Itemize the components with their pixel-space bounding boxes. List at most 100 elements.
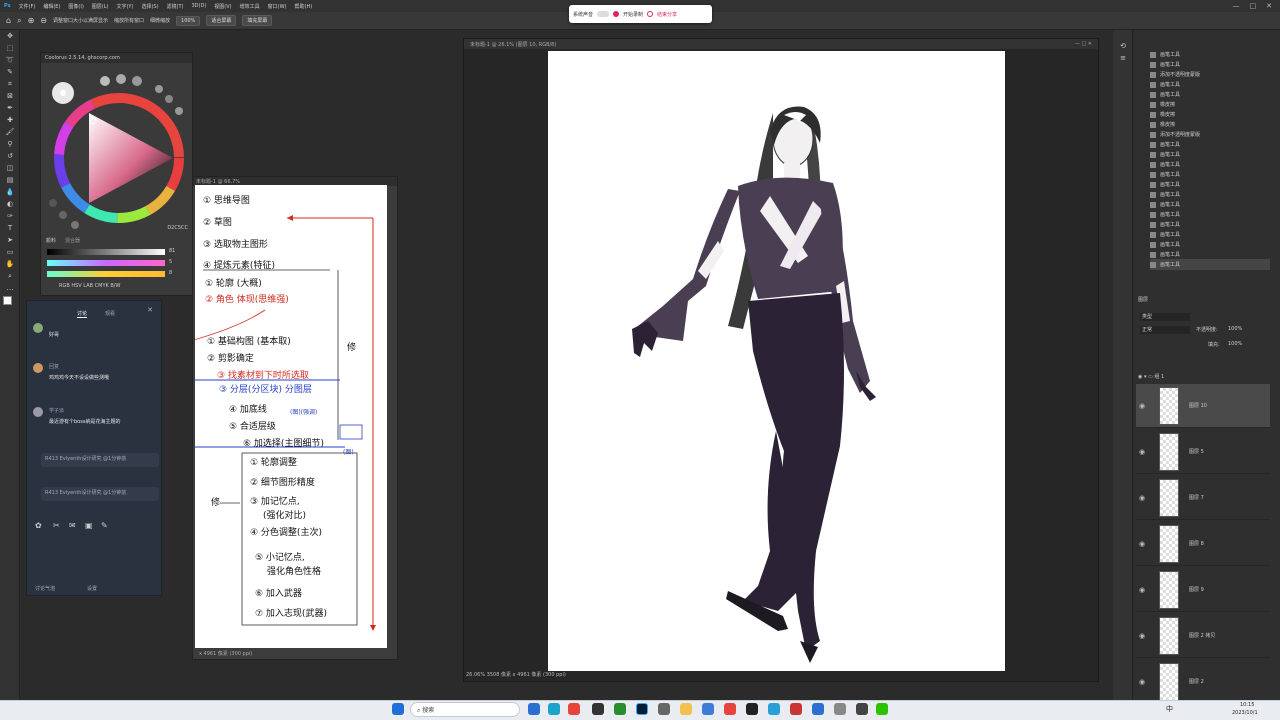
chat-bubble-icon[interactable]: ✎	[101, 521, 108, 530]
healing-brush-icon[interactable]: ✚	[0, 114, 20, 126]
zoom-in-icon[interactable]: ⊕	[28, 16, 35, 25]
taskbar-search[interactable]: ⌕ 搜索	[410, 702, 520, 717]
layers-panel-label[interactable]: 图层	[1138, 296, 1148, 303]
opacity-value[interactable]: 100%	[1228, 326, 1242, 332]
photoshop-icon[interactable]	[636, 703, 648, 715]
menu-view[interactable]: 视图(V)	[210, 3, 235, 10]
menu-edit[interactable]: 编辑(E)	[39, 3, 64, 10]
layer-filter-select[interactable]: 类型	[1140, 313, 1190, 321]
path-select-icon[interactable]: ➤	[0, 234, 20, 246]
layer-row[interactable]: ◉ 图层 5	[1136, 430, 1270, 474]
menu-type[interactable]: 文字(Y)	[112, 3, 137, 10]
zoom-out-icon[interactable]: ⊖	[40, 16, 47, 25]
zoom-all-windows-checkbox[interactable]: 缩放所有窗口	[114, 17, 144, 24]
discussion-bubble-toggle[interactable]: 讨论气泡	[35, 585, 55, 592]
history-item[interactable]: 画笔工具	[1150, 259, 1270, 270]
chat-close-icon[interactable]: ✕	[147, 306, 153, 314]
eye-icon[interactable]: ◉	[1139, 678, 1149, 686]
menu-select[interactable]: 选择(S)	[137, 3, 162, 10]
wechat-icon[interactable]	[876, 703, 888, 715]
scissors-icon[interactable]: ✂	[53, 521, 60, 530]
home-icon[interactable]: ⌂	[6, 16, 11, 25]
drawing-canvas[interactable]	[548, 51, 1005, 671]
marquee-tool-icon[interactable]: ⬚	[0, 42, 20, 54]
tab-discussion[interactable]: 讨论	[77, 310, 88, 318]
eye-icon[interactable]: ◉	[1139, 540, 1149, 548]
flower-icon[interactable]: ✿	[35, 521, 42, 530]
menu-filter[interactable]: 滤镜(T)	[163, 3, 188, 10]
tab-swatches[interactable]: 颜料	[46, 237, 56, 244]
zoom-tool-icon[interactable]: ⌕	[17, 16, 21, 26]
layer-row[interactable]: ◉ 图层 10	[1136, 384, 1270, 428]
menu-window[interactable]: 窗口(W)	[264, 3, 291, 10]
color-swatches[interactable]	[0, 294, 19, 314]
app-icon-7[interactable]	[812, 703, 824, 715]
eye-icon[interactable]: ◉	[1138, 374, 1142, 380]
layers-panel-icon[interactable]: ≡	[1113, 52, 1133, 64]
system-sound-label[interactable]: 系统声音	[573, 11, 593, 18]
folder-icon[interactable]	[680, 703, 692, 715]
eye-icon[interactable]: ◉	[1139, 448, 1149, 456]
tab-mixer[interactable]: 混合器	[65, 237, 80, 244]
toggle-switch[interactable]	[597, 11, 610, 17]
eraser-tool-icon[interactable]: ◫	[0, 162, 20, 174]
file-explorer-icon[interactable]	[528, 703, 540, 715]
search-icon[interactable]	[856, 703, 868, 715]
history-panel-icon[interactable]: ⟲	[1113, 40, 1133, 52]
zoom-100-button[interactable]: 100%	[176, 15, 201, 26]
layer-row[interactable]: ◉ 图层 8	[1136, 522, 1270, 566]
edge-icon[interactable]	[548, 703, 560, 715]
chrome-icon[interactable]	[568, 703, 580, 715]
input-language[interactable]: 中	[1166, 704, 1173, 714]
crop-tool-icon[interactable]: ⌗	[0, 78, 20, 90]
slider-value-1[interactable]: 81	[169, 248, 175, 254]
color-modes[interactable]: RGB HSV LAB CMYK B/W	[59, 283, 120, 289]
slider-value[interactable]	[47, 271, 165, 277]
slider-hue[interactable]	[47, 260, 165, 266]
eye-icon[interactable]: ◉	[1139, 494, 1149, 502]
slider-value-3[interactable]: 8	[169, 270, 172, 276]
slider-gray[interactable]	[47, 249, 165, 255]
layer-row[interactable]: ◉ 图层 9	[1136, 568, 1270, 612]
slider-value-2[interactable]: 5	[169, 259, 172, 265]
resize-windows-checkbox[interactable]: 调整窗口大小以满屏显示	[53, 17, 108, 24]
blend-mode-select[interactable]: 正常	[1140, 326, 1190, 334]
minimize-button[interactable]: —	[1233, 2, 1240, 10]
dodge-tool-icon[interactable]: ◐	[0, 198, 20, 210]
color-wheel[interactable]	[41, 63, 194, 238]
eyedropper-icon[interactable]: ✒	[0, 102, 20, 114]
app-icon-2[interactable]	[658, 703, 670, 715]
image-icon[interactable]: ▣	[85, 521, 93, 530]
fill-screen-button[interactable]: 填充屏幕	[242, 15, 273, 26]
stop-share-button[interactable]: 结束分享	[657, 11, 677, 18]
menu-image[interactable]: 图像(I)	[64, 3, 87, 10]
stamp-tool-icon[interactable]: ⚲	[0, 138, 20, 150]
move-tool-icon[interactable]: ✥	[0, 30, 20, 42]
lasso-tool-icon[interactable]: ➰	[0, 54, 20, 66]
settings-button[interactable]: 设置	[87, 585, 97, 592]
gradient-tool-icon[interactable]: ▤	[0, 174, 20, 186]
app-icon-3[interactable]	[702, 703, 714, 715]
menu-plugins[interactable]: 增效工具	[236, 3, 264, 10]
mail-icon[interactable]: ✉	[69, 521, 76, 530]
eye-icon[interactable]: ◉	[1139, 632, 1149, 640]
hand-tool-icon[interactable]: ✋	[0, 258, 20, 270]
app-icon-5[interactable]	[768, 703, 780, 715]
tab-watching[interactable]: 观看	[105, 310, 115, 317]
blur-tool-icon[interactable]: 💧	[0, 186, 20, 198]
app-icon[interactable]	[592, 703, 604, 715]
more-tools-icon[interactable]: …	[0, 282, 20, 294]
shape-tool-icon[interactable]: ▭	[0, 246, 20, 258]
clock-time[interactable]: 10:15	[1240, 702, 1254, 708]
fill-value[interactable]: 100%	[1228, 341, 1242, 347]
app-icon-6[interactable]	[790, 703, 802, 715]
chrome-icon-2[interactable]	[724, 703, 736, 715]
scrubby-zoom-checkbox[interactable]: 细微缩放	[150, 17, 170, 24]
brush-tool-icon[interactable]: 🖌	[0, 126, 20, 138]
document-window-controls[interactable]: — □ ✕	[1075, 41, 1092, 47]
zoom-tool-icon[interactable]: ⌕	[0, 270, 20, 282]
layer-row[interactable]: ◉ 图层 7	[1136, 476, 1270, 520]
xbox-icon[interactable]	[614, 703, 626, 715]
menu-file[interactable]: 文件(F)	[15, 3, 40, 10]
layer-row[interactable]: ◉ 图层 2	[1136, 660, 1270, 704]
